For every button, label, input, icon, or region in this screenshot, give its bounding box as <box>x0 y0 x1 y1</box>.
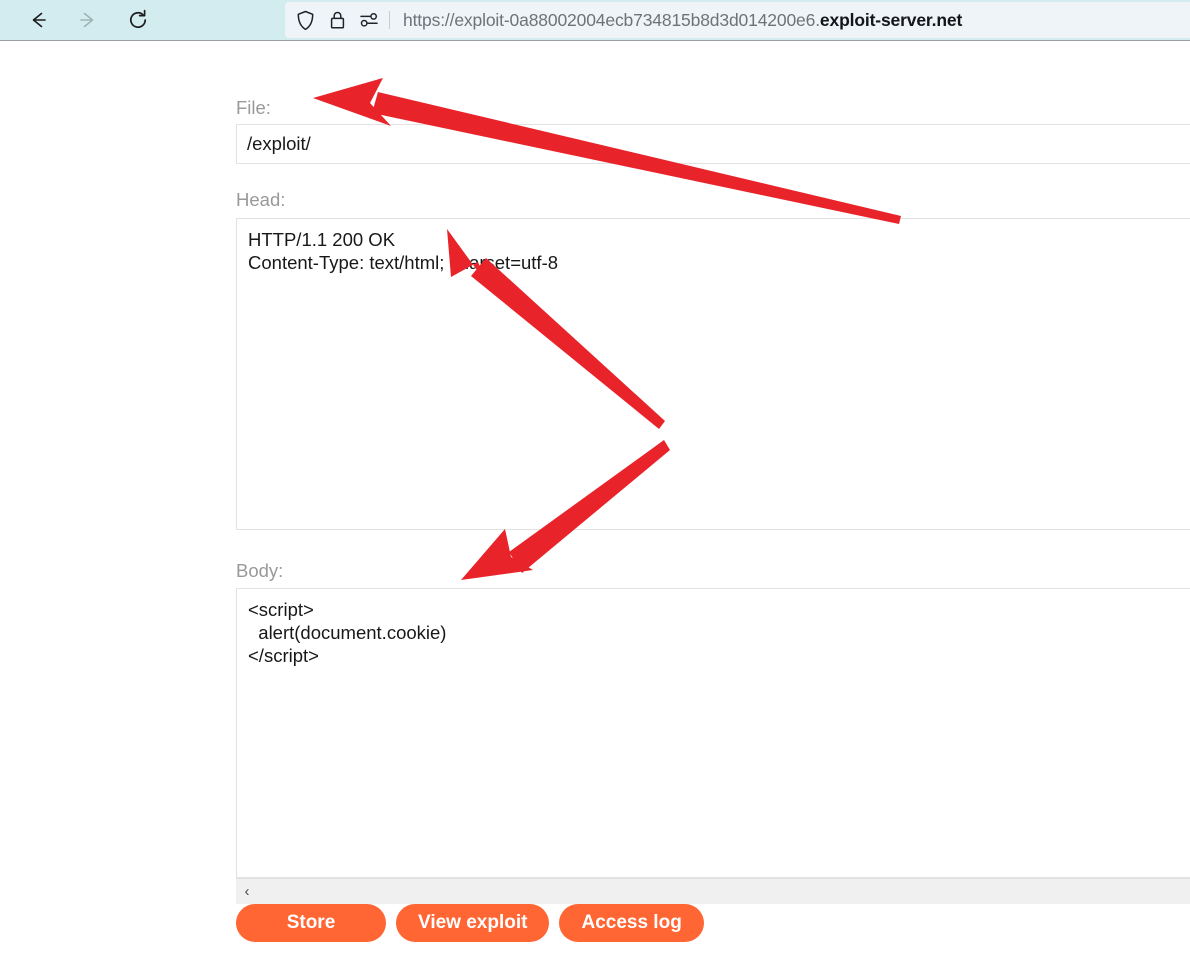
browser-chrome: https://exploit-0a88002004ecb734815b8d3d… <box>0 0 1190 41</box>
body-label: Body: <box>236 560 284 581</box>
scroll-left-arrow-icon[interactable]: ‹ <box>236 879 258 905</box>
reload-icon <box>129 9 147 29</box>
url-prefix: https://exploit-0a88002004ecb734815b8d3d… <box>403 9 820 30</box>
forward-arrow-icon <box>80 12 94 28</box>
store-button[interactable]: Store <box>236 904 386 942</box>
body-textarea[interactable]: <script> alert(document.cookie) </script… <box>236 588 1190 878</box>
file-input[interactable]: /exploit/ <box>236 124 1190 164</box>
lock-icon[interactable] <box>324 9 350 31</box>
url-bar[interactable]: https://exploit-0a88002004ecb734815b8d3d… <box>285 2 1190 38</box>
url-host: exploit-server.net <box>819 9 963 30</box>
access-log-button[interactable]: Access log <box>559 904 704 942</box>
body-horizontal-scrollbar[interactable]: ‹ <box>236 878 1190 904</box>
back-arrow-icon <box>32 12 46 28</box>
forward-button[interactable] <box>72 4 104 36</box>
url-text: https://exploit-0a88002004ecb734815b8d3d… <box>403 10 962 31</box>
reload-button[interactable] <box>122 4 154 36</box>
head-label: Head: <box>236 189 286 210</box>
back-button[interactable] <box>22 4 54 36</box>
url-bar-divider <box>389 11 390 29</box>
exploit-server-page: File: /exploit/ Head: HTTP/1.1 200 OK Co… <box>0 42 1190 958</box>
permissions-icon[interactable] <box>356 9 382 31</box>
shield-icon[interactable] <box>292 9 318 31</box>
action-button-row: Store View exploit Access log <box>236 904 714 942</box>
head-textarea[interactable]: HTTP/1.1 200 OK Content-Type: text/html;… <box>236 218 1190 530</box>
view-exploit-button[interactable]: View exploit <box>396 904 550 942</box>
file-label: File: <box>236 97 271 118</box>
